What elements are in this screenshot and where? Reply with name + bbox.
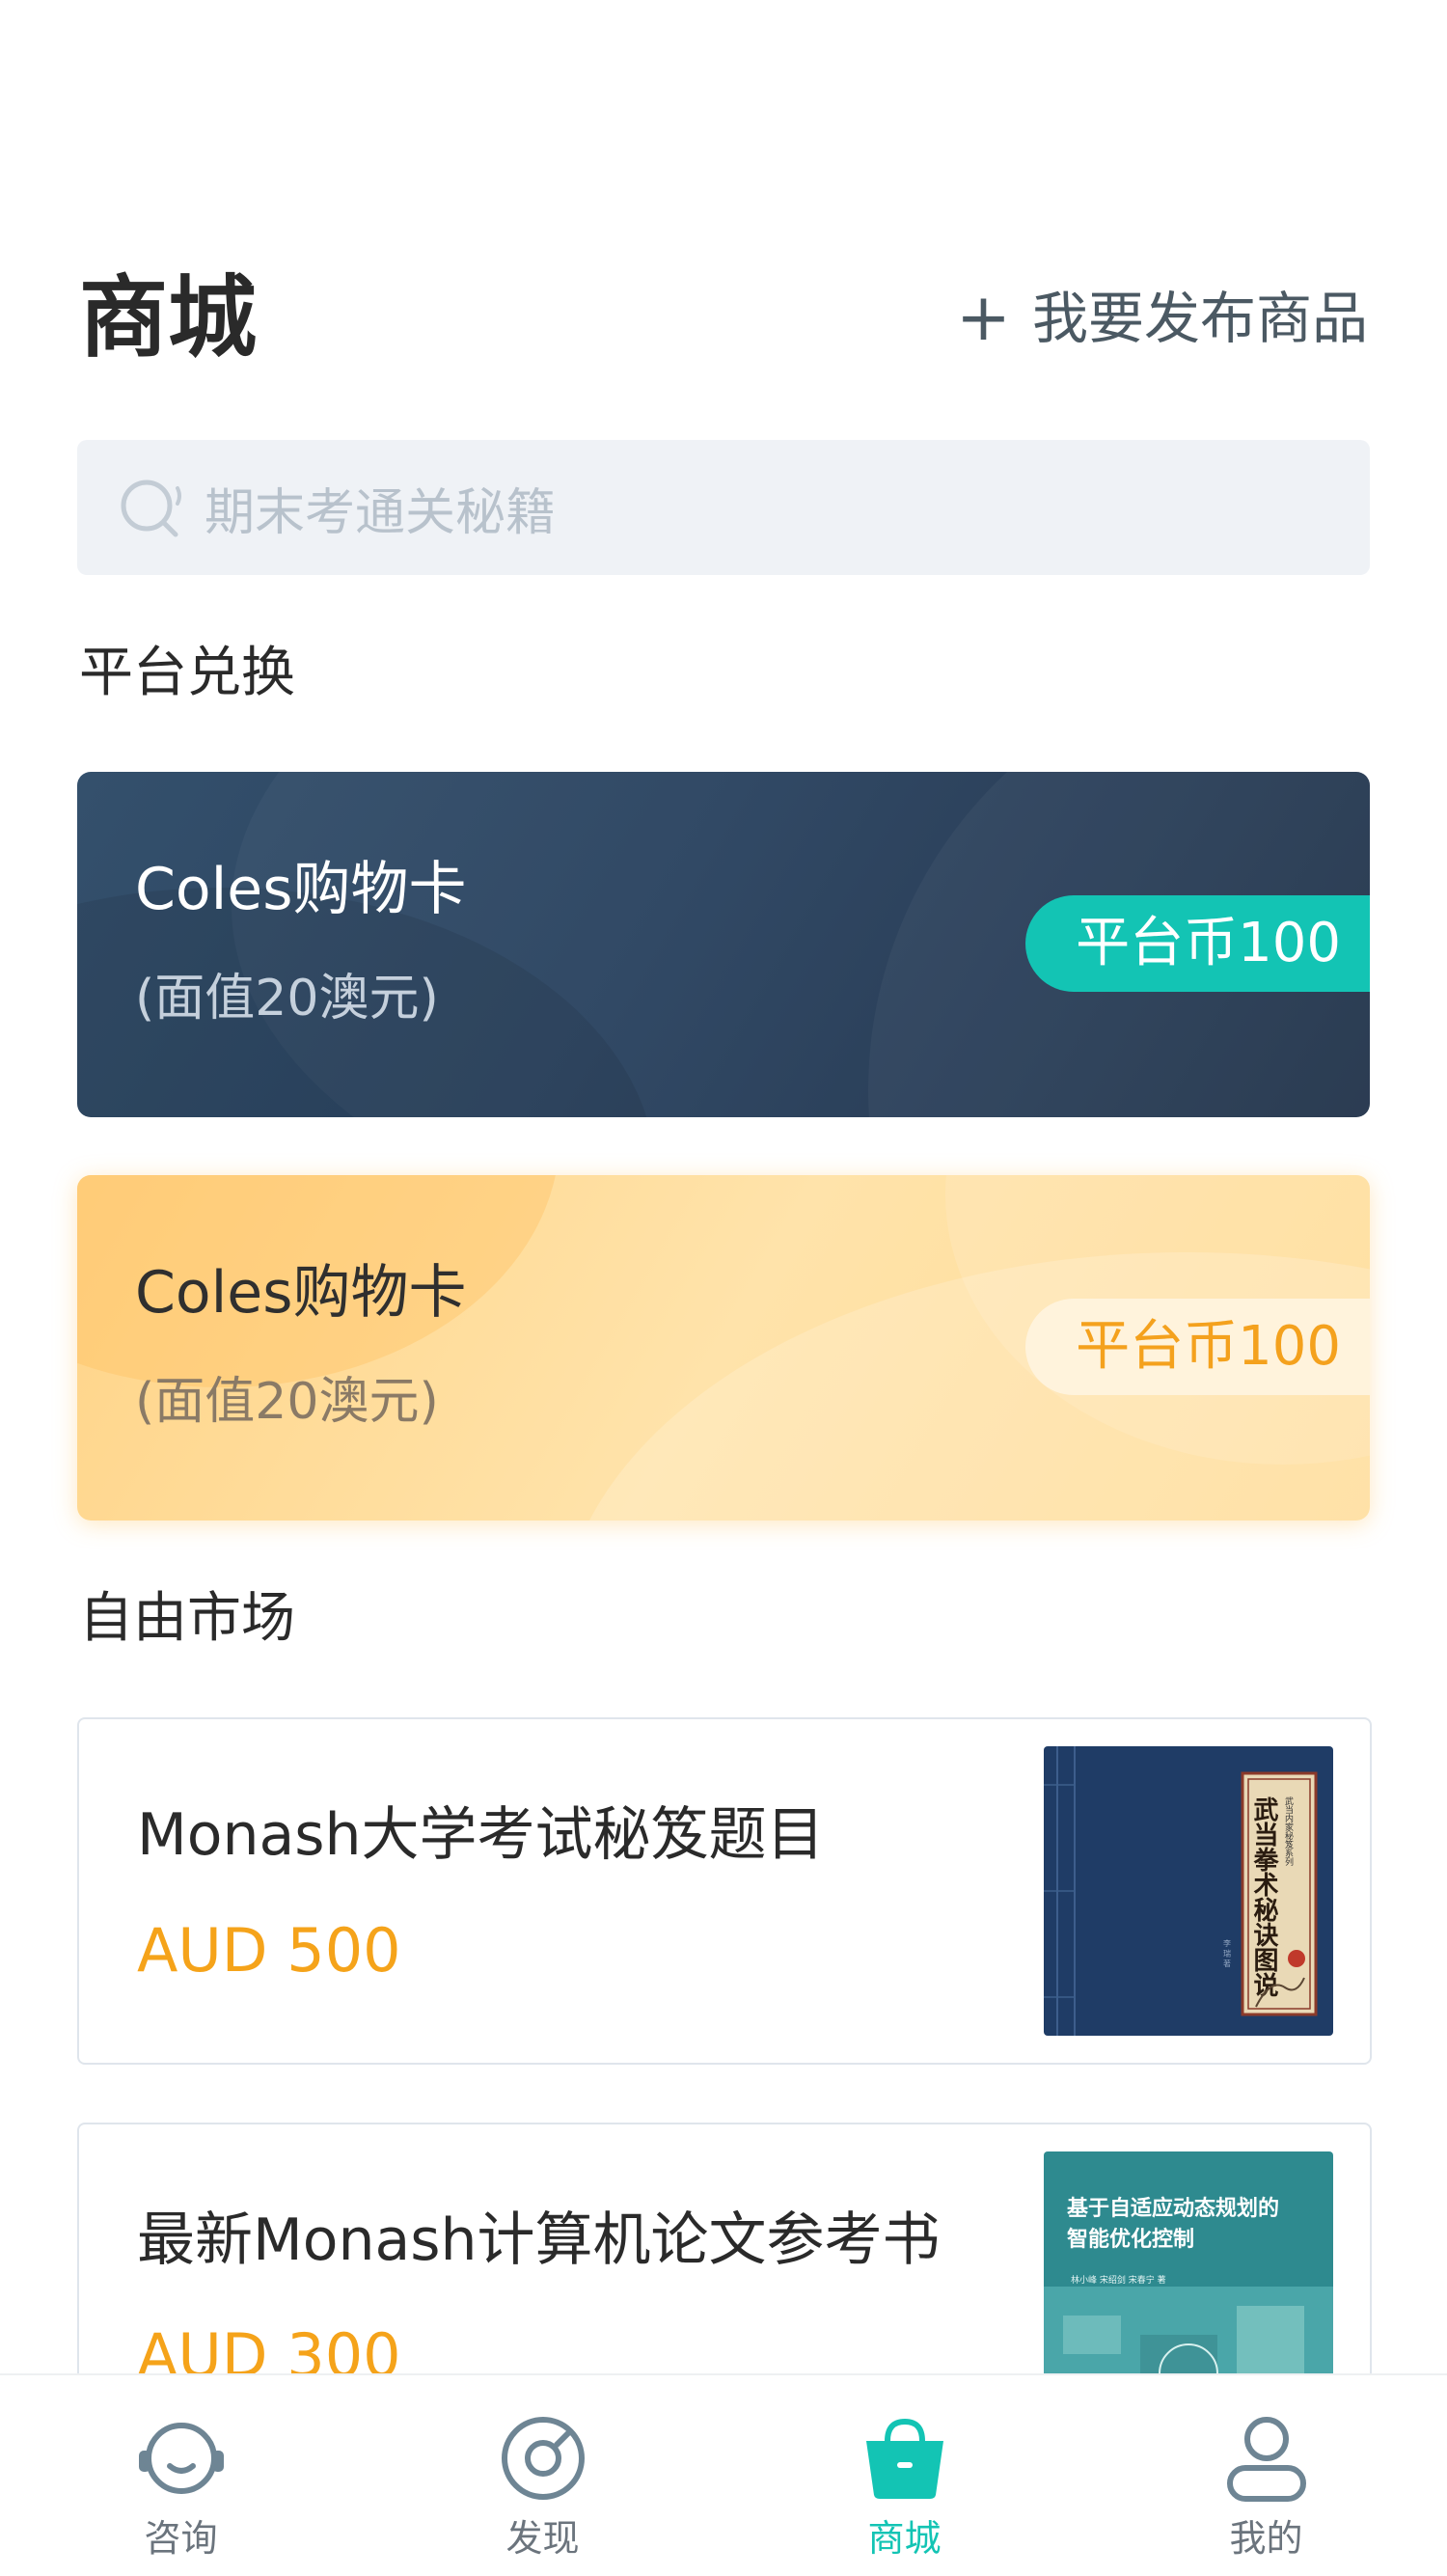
card-name: Coles购物卡 bbox=[135, 1259, 467, 1327]
cover-author: 李 瑞 著 bbox=[1223, 1938, 1232, 1968]
cover-title: 武当拳术秘诀图说 bbox=[1249, 1796, 1279, 1998]
shopping-bag-icon bbox=[859, 2412, 951, 2505]
tab-mall[interactable]: 商城 bbox=[724, 2375, 1085, 2576]
search-bar[interactable]: 期末考通关秘籍 bbox=[77, 440, 1370, 575]
section-title-market: 自由市场 bbox=[79, 1587, 295, 1650]
cover-title-line-2: 智能优化控制 bbox=[1067, 2227, 1194, 2252]
bottom-tab-bar: 咨询 发现 商城 我的 bbox=[0, 2373, 1447, 2576]
exchange-card[interactable]: Coles购物卡 (面值20澳元) 平台币100 bbox=[77, 772, 1370, 1117]
card-face-value: (面值20澳元) bbox=[135, 1373, 439, 1431]
cover-series: 武当内家秘笈系列 bbox=[1283, 1795, 1294, 1867]
tab-label: 发现 bbox=[505, 2517, 580, 2560]
headset-icon bbox=[135, 2412, 228, 2505]
page-title: 商城 bbox=[79, 266, 258, 370]
plus-icon: + bbox=[956, 280, 1011, 356]
compass-icon bbox=[497, 2412, 589, 2505]
card-face-value: (面值20澳元) bbox=[135, 970, 439, 1028]
tab-discover[interactable]: 发现 bbox=[362, 2375, 724, 2576]
product-price: AUD 500 bbox=[137, 1915, 401, 1986]
tab-label: 商城 bbox=[867, 2517, 942, 2560]
search-input[interactable]: 期末考通关秘籍 bbox=[205, 472, 556, 544]
product-name: 最新Monash计算机论文参考书 bbox=[137, 2206, 941, 2274]
price-badge: 平台币100 bbox=[1025, 895, 1370, 992]
cover-title-line-1: 基于自适应动态规划的 bbox=[1067, 2196, 1279, 2221]
section-title-exchange: 平台兑换 bbox=[79, 642, 295, 704]
price-badge: 平台币100 bbox=[1025, 1299, 1370, 1395]
publish-product-button[interactable]: + 我要发布商品 bbox=[956, 280, 1368, 357]
search-icon bbox=[114, 469, 191, 546]
exchange-card[interactable]: Coles购物卡 (面值20澳元) 平台币100 bbox=[77, 1175, 1370, 1521]
tab-label: 我的 bbox=[1229, 2517, 1303, 2560]
tab-consult[interactable]: 咨询 bbox=[0, 2375, 362, 2576]
product-card[interactable]: Monash大学考试秘笈题目 AUD 500 武当内家秘笈系列 武当拳术秘诀图说… bbox=[77, 1717, 1372, 2065]
cover-authors: 林小峰 宋绍剑 宋春宁 著 bbox=[1071, 2274, 1166, 2286]
product-cover-image: 武当内家秘笈系列 武当拳术秘诀图说 李 瑞 著 bbox=[1044, 1746, 1333, 2036]
tab-label: 咨询 bbox=[144, 2517, 218, 2560]
product-name: Monash大学考试秘笈题目 bbox=[137, 1801, 825, 1869]
user-icon bbox=[1220, 2412, 1313, 2505]
publish-label: 我要发布商品 bbox=[1031, 286, 1368, 351]
tab-me[interactable]: 我的 bbox=[1085, 2375, 1447, 2576]
card-name: Coles购物卡 bbox=[135, 856, 467, 923]
